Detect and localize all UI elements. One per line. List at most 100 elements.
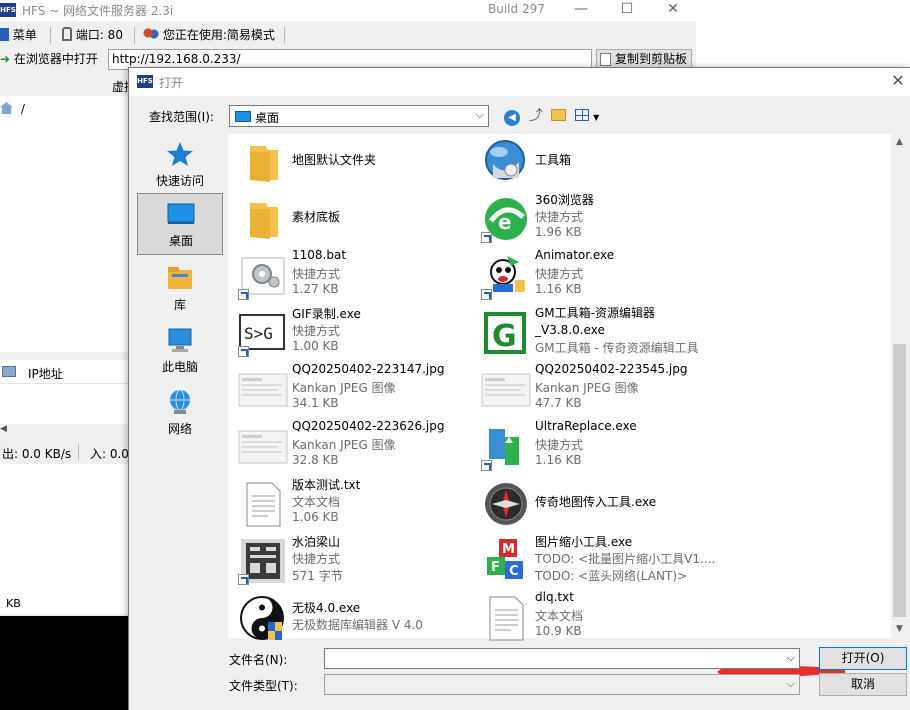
place-label: 网络 xyxy=(167,422,192,436)
scroll-down-icon[interactable]: ▼ xyxy=(891,621,908,638)
scroll-up-icon[interactable]: ▲ xyxy=(891,134,908,151)
menu-icon xyxy=(0,28,9,41)
text-document-icon xyxy=(489,596,524,641)
minimize-icon[interactable]: — xyxy=(558,0,604,21)
port-button[interactable]: 端口: 80 xyxy=(62,27,123,45)
place-quick-access[interactable]: 快速访问 xyxy=(137,134,223,194)
file-size: 34.1 KB xyxy=(292,396,339,410)
new-folder-button[interactable] xyxy=(547,106,569,126)
file-item[interactable]: 无极4.0.exe 无极数据库编辑器 V 4.0 xyxy=(233,590,473,647)
toolbar-divider xyxy=(134,27,135,44)
file-item[interactable]: QQ20250402-223626.jpg Kankan JPEG 图像 32.… xyxy=(233,419,473,476)
file-size: 1.16 KB xyxy=(535,282,582,296)
home-icon xyxy=(0,102,13,114)
new-folder-icon xyxy=(550,109,566,121)
place-this-pc[interactable]: 此电脑 xyxy=(137,320,223,380)
menu-label: 菜单 xyxy=(12,28,37,42)
file-size: 1.06 KB xyxy=(292,510,339,524)
filename-input[interactable]: ⌵ xyxy=(324,648,800,669)
vfs-root-item[interactable]: / xyxy=(0,102,25,116)
desktop-icon xyxy=(167,203,195,224)
connections-panel: IP地址 xyxy=(0,360,130,430)
folder-icon xyxy=(250,203,278,239)
status-out: 出: 0.0 KB/s xyxy=(2,447,72,461)
hfs-toolbar: 菜单 端口: 80 您正在使用:简易模式 xyxy=(0,24,696,46)
close-icon[interactable]: ✕ xyxy=(650,0,696,21)
place-network[interactable]: 网络 xyxy=(137,382,223,442)
file-item[interactable]: 版本测试.txt 文本文档 1.06 KB xyxy=(233,476,473,533)
place-libraries[interactable]: 库 xyxy=(137,258,223,318)
file-type: Kankan JPEG 图像 xyxy=(292,438,396,452)
file-item[interactable]: S>G GIF录制.exe 快捷方式 1.00 KB xyxy=(233,305,473,362)
cancel-button[interactable]: 取消 xyxy=(819,673,907,696)
file-item[interactable]: 1108.bat 快捷方式 1.27 KB xyxy=(233,248,473,305)
file-type: Kankan JPEG 图像 xyxy=(292,381,396,395)
chevron-down-icon: ▼ xyxy=(593,113,600,122)
horizontal-scrollbar[interactable]: ◀ xyxy=(0,424,130,438)
copy-clipboard-label: 复制到剪贴板 xyxy=(615,52,688,66)
image-thumbnail-icon xyxy=(481,373,531,407)
open-in-browser-button[interactable]: ➜ 在浏览器中打开 xyxy=(0,51,98,69)
place-desktop[interactable]: 桌面 xyxy=(137,193,223,255)
ip-column-header[interactable]: IP地址 xyxy=(0,360,130,384)
file-name: GIF录制.exe xyxy=(292,307,361,321)
file-item[interactable]: e 360浏览器 快捷方式 1.96 KB xyxy=(476,191,716,248)
scroll-thumb[interactable] xyxy=(893,344,906,617)
file-item[interactable]: 地图默认文件夹 xyxy=(233,134,473,191)
place-label: 桌面 xyxy=(168,234,193,248)
view-grid-icon xyxy=(574,109,589,121)
file-type: 快捷方式 xyxy=(292,267,341,281)
file-item[interactable]: 素材底板 xyxy=(233,191,473,248)
shortcut-arrow-icon xyxy=(238,346,249,357)
vertical-scrollbar[interactable]: ▲ ▼ xyxy=(891,134,908,638)
filetype-select[interactable]: ⌵ xyxy=(324,674,800,695)
file-type: 快捷方式 xyxy=(535,438,584,452)
file-name: 传奇地图传入工具.exe xyxy=(535,495,657,509)
file-item[interactable]: 工具箱 xyxy=(476,134,716,191)
file-type: 文本文档 xyxy=(535,609,584,623)
file-name: dlq.txt xyxy=(535,590,574,604)
lookin-label: 查找范围(I): xyxy=(149,110,214,124)
file-list[interactable]: 地图默认文件夹 素材底板 1108.bat 快捷方式 1.27 KB S>G G… xyxy=(228,134,891,641)
up-folder-icon: ⤴ xyxy=(529,108,543,124)
arrow-icon: ➜ xyxy=(0,52,11,66)
maximize-icon[interactable]: ☐ xyxy=(604,0,650,21)
file-size: 571 字节 xyxy=(292,569,343,583)
chevron-down-icon[interactable]: ⌵ xyxy=(787,677,795,691)
file-item[interactable]: dlq.txt 文本文档 10.9 KB xyxy=(476,590,716,647)
file-size: 1.96 KB xyxy=(535,225,582,239)
file-size: 32.8 KB xyxy=(292,453,339,467)
toolbar-divider xyxy=(284,27,285,44)
back-button[interactable]: ◀ xyxy=(501,106,523,126)
file-item[interactable]: 水泊梁山 快捷方式 571 字节 xyxy=(233,533,473,590)
desktop-icon xyxy=(235,111,251,122)
up-folder-button[interactable]: ⤴ xyxy=(525,106,547,126)
open-button[interactable]: 打开(O) xyxy=(819,647,907,670)
chevron-down-icon[interactable]: ⌵ xyxy=(787,651,795,665)
mode-button[interactable]: 您正在使用:简易模式 xyxy=(143,27,275,45)
file-size: 1.00 KB xyxy=(292,339,339,353)
file-item[interactable]: 传奇地图传入工具.exe xyxy=(476,476,716,533)
file-size: TODO: <蓝头网络(LANT)> xyxy=(535,569,688,583)
lookin-value: 桌面 xyxy=(255,111,280,125)
file-item[interactable]: QQ20250402-223545.jpg Kankan JPEG 图像 47.… xyxy=(476,362,716,419)
file-item[interactable]: Animator.exe 快捷方式 1.16 KB xyxy=(476,248,716,305)
file-name: 版本测试.txt xyxy=(292,478,361,492)
file-item[interactable]: M F C 图片缩小工具.exe TODO: <批量图片缩小工具V1.... T… xyxy=(476,533,716,590)
file-item[interactable]: QQ20250402-223147.jpg Kankan JPEG 图像 34.… xyxy=(233,362,473,419)
places-bar: 快速访问 桌面 库 此电脑 网络 xyxy=(136,134,224,638)
dialog-close-icon[interactable]: ✕ xyxy=(885,68,910,96)
vfs-tree[interactable]: / xyxy=(0,96,130,352)
vfs-root-label: / xyxy=(20,102,25,116)
dialog-title: 打开 xyxy=(159,76,184,90)
dialog-title-bar: HFS 打开 ✕ xyxy=(129,68,910,96)
file-name: Animator.exe xyxy=(535,248,615,262)
file-item[interactable]: UltraReplace.exe 快捷方式 1.16 KB xyxy=(476,419,716,476)
menu-button[interactable]: 菜单 xyxy=(0,27,37,45)
lookin-combo[interactable]: 桌面 ⌵ xyxy=(229,105,489,127)
mfc-cube-icon: M F C xyxy=(487,539,523,579)
file-item[interactable]: G GM工具箱-资源编辑器_V3.8.0.exe GM工具箱 - 传奇资源编辑工… xyxy=(476,305,716,362)
view-menu-button[interactable]: ▼ xyxy=(571,106,603,126)
file-name: 无极4.0.exe xyxy=(292,601,361,615)
open-dialog: HFS 打开 ✕ 查找范围(I): 桌面 ⌵ ◀ ⤴ ▼ 快速访问 桌面 库 此… xyxy=(128,67,910,710)
